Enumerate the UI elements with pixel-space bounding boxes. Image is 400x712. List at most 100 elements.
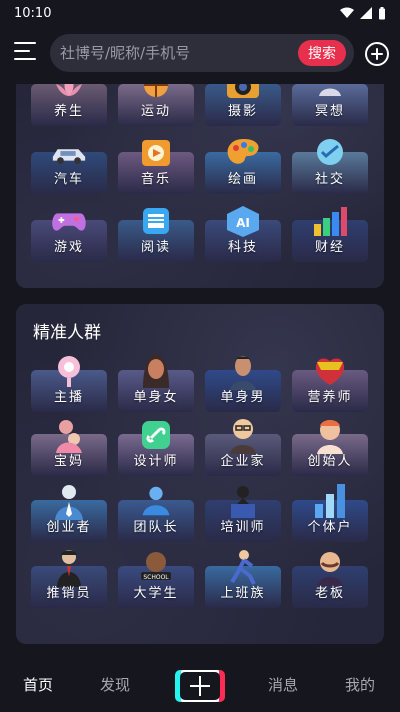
tile-label: 营养师	[307, 390, 353, 405]
tile-label: 老板	[314, 586, 345, 601]
tile-label: 推销员	[46, 586, 92, 601]
menu-icon[interactable]	[14, 42, 36, 62]
search-button[interactable]: 搜索	[298, 40, 346, 66]
salesman-icon	[50, 548, 88, 587]
palette-icon	[224, 134, 262, 172]
tile-label: 摄影	[227, 104, 258, 119]
crowd-tile[interactable]: 创业者	[31, 482, 107, 542]
interest-tile[interactable]: 运动	[118, 84, 194, 126]
search-input[interactable]	[60, 44, 298, 62]
woman-avatar-icon	[137, 352, 175, 390]
tile-label: 上班族	[220, 586, 266, 601]
crowd-tile[interactable]: 团队长	[118, 482, 194, 542]
office-worker-icon	[224, 548, 262, 586]
tile-label: 养生	[53, 104, 84, 119]
founder-icon	[311, 416, 349, 454]
ai-chip-icon: AI	[224, 202, 262, 240]
nav-mine[interactable]: 我的	[345, 674, 375, 695]
tile-label: 个体户	[307, 520, 353, 535]
crowd-tile[interactable]: 培训师	[205, 482, 281, 542]
tile-label: 游戏	[53, 240, 84, 255]
tile-label: 科技	[227, 240, 258, 255]
tile-label: 企业家	[220, 454, 266, 469]
interest-tile[interactable]: 阅读	[118, 202, 194, 262]
interest-tile[interactable]: 冥想	[292, 84, 368, 126]
crowd-tile[interactable]: 主播	[31, 352, 107, 412]
crowd-tile[interactable]: 企业家	[205, 416, 281, 476]
gamepad-icon	[50, 202, 88, 240]
interest-tile[interactable]: AI 科技	[205, 202, 281, 262]
interest-tile[interactable]: 游戏	[31, 202, 107, 262]
tile-label: 团队长	[133, 520, 179, 535]
tile-label: 宝妈	[53, 454, 84, 469]
tile-label: 单身男	[220, 390, 266, 405]
status-bar: 10:10	[0, 0, 400, 26]
boss-icon	[311, 548, 349, 586]
crowd-tile[interactable]: 上班族	[205, 548, 281, 608]
crowd-tile[interactable]: 单身女	[118, 352, 194, 412]
car-icon	[50, 134, 88, 172]
man-avatar-icon	[224, 352, 262, 390]
svg-text:SCHOOL: SCHOOL	[143, 574, 169, 581]
status-icons	[340, 6, 386, 20]
interest-tile[interactable]: 汽车	[31, 134, 107, 194]
crowd-card: 精准人群 主播 单身女 单身男 营养师宝妈 设计师 企业家 创始人创业者 团队长 培训师 个体户推…	[16, 304, 384, 644]
school-badge-icon: SCHOOL	[137, 548, 175, 586]
bar-chart-icon	[311, 202, 349, 240]
team-icon	[137, 482, 175, 520]
tile-label: 大学生	[133, 586, 179, 601]
tile-label: 社交	[314, 172, 345, 187]
add-circle-icon[interactable]	[365, 42, 389, 66]
content-scroll[interactable]: 养生 运动 摄影 冥想汽车 音乐 绘画 社交游戏 阅读 AI 科技 财经 精准人群 主播 单身女 单身男…	[0, 84, 400, 662]
crowd-tile[interactable]: 创始人	[292, 416, 368, 476]
interest-tile[interactable]: 财经	[292, 202, 368, 262]
crowd-tile[interactable]: SCHOOL 大学生	[118, 548, 194, 608]
tile-label: 培训师	[220, 520, 266, 535]
svg-text:AI: AI	[236, 216, 250, 230]
crowd-tile[interactable]: 单身男	[205, 352, 281, 412]
store-chart-icon	[311, 482, 349, 520]
nav-discover[interactable]: 发现	[100, 674, 130, 695]
nav-home[interactable]: 首页	[23, 674, 53, 695]
chat-icon	[311, 134, 349, 172]
nav-messages[interactable]: 消息	[268, 674, 298, 695]
battery-icon	[379, 6, 385, 19]
design-link-icon	[137, 416, 175, 454]
music-player-icon	[137, 134, 175, 172]
tile-label: 冥想	[314, 104, 345, 119]
businessman-icon	[224, 416, 262, 454]
tile-label: 设计师	[133, 454, 179, 469]
bottom-nav: 首页 发现 消息 我的	[0, 662, 400, 712]
tile-label: 汽车	[53, 172, 84, 187]
section-title: 精准人群	[33, 323, 101, 343]
crowd-tile[interactable]: 个体户	[292, 482, 368, 542]
crowd-tile[interactable]: 营养师	[292, 352, 368, 412]
status-time: 10:10	[14, 5, 52, 21]
interest-tile[interactable]: 社交	[292, 134, 368, 194]
book-icon	[137, 202, 175, 240]
crowd-tile[interactable]: 老板	[292, 548, 368, 608]
interest-tile[interactable]: 绘画	[205, 134, 281, 194]
tile-label: 绘画	[227, 172, 258, 187]
ring-light-icon	[50, 352, 88, 390]
crowd-tile[interactable]: 设计师	[118, 416, 194, 476]
tile-label: 运动	[140, 104, 171, 119]
tile-label: 阅读	[140, 240, 171, 255]
crowd-tile[interactable]: 宝妈	[31, 416, 107, 476]
interest-tile[interactable]: 养生	[31, 84, 107, 126]
signal-icon	[360, 7, 372, 19]
trainer-icon	[224, 482, 262, 520]
interest-card: 养生 运动 摄影 冥想汽车 音乐 绘画 社交游戏 阅读 AI 科技 财经	[16, 84, 384, 288]
tile-label: 单身女	[133, 390, 179, 405]
tile-label: 主播	[53, 390, 84, 405]
interest-tile[interactable]: 摄影	[205, 84, 281, 126]
tile-label: 音乐	[140, 172, 171, 187]
crowd-tile[interactable]: 推销员	[31, 548, 107, 608]
wifi-icon	[340, 7, 354, 18]
mother-baby-icon	[50, 416, 88, 454]
interest-tile[interactable]: 音乐	[118, 134, 194, 194]
search-box[interactable]: 搜索	[50, 34, 354, 72]
top-bar: 搜索	[0, 30, 400, 78]
create-post-button[interactable]	[175, 670, 225, 702]
tile-label: 创业者	[46, 520, 92, 535]
